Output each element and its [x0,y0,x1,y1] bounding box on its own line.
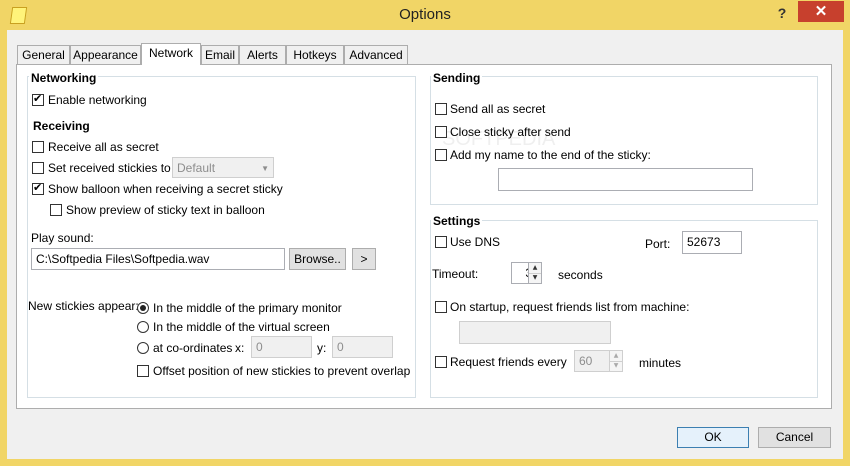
position-primary-monitor-radio[interactable] [137,302,149,314]
timeout-label: Timeout: [432,267,479,281]
play-sound-label: Play sound: [31,231,94,245]
sending-title: Sending [431,71,483,85]
title-bar[interactable]: Options ? ✕ [0,0,850,30]
networking-title: Networking [29,71,99,85]
request-interval-spinner[interactable]: ▲ ▼ [609,350,623,372]
add-name-label: Add my name to the end of the sticky: [450,148,651,162]
set-received-label: Set received stickies to [48,161,171,175]
offset-position-checkbox[interactable] [137,365,149,377]
startup-request-checkbox[interactable] [435,301,447,313]
new-stickies-label: New stickies appear: [28,299,139,313]
show-balloon-checkbox[interactable] [32,181,44,195]
request-interval-input[interactable]: 60 [574,350,610,372]
tab-hotkeys[interactable]: Hotkeys [286,45,344,64]
y-coordinate-label: y: [317,341,327,355]
enable-networking-label: Enable networking [48,93,147,107]
send-all-secret-checkbox[interactable] [435,103,447,115]
help-button[interactable]: ? [773,3,791,23]
position-virtual-screen-radio[interactable] [137,321,149,333]
startup-request-label: On startup, request friends list from ma… [450,300,690,314]
receiving-title: Receiving [33,119,90,133]
port-input[interactable]: 52673 [682,231,742,254]
cancel-button[interactable]: Cancel [758,427,831,448]
set-received-checkbox[interactable] [32,162,44,174]
use-dns-checkbox[interactable] [435,236,447,248]
receive-all-secret-label: Receive all as secret [48,140,159,154]
request-every-label: Request friends every [450,355,567,369]
use-dns-label: Use DNS [450,235,501,249]
seconds-label: seconds [558,268,603,282]
window-title: Options [399,6,451,23]
spin-down-icon[interactable]: ▼ [610,361,622,371]
browse-button[interactable]: Browse.. [289,248,346,270]
timeout-spinner[interactable]: ▲ ▼ [528,262,542,284]
receive-all-secret-checkbox[interactable] [32,141,44,153]
options-window: Options ? ✕ General Appearance Network E… [0,0,850,466]
position-primary-monitor-label: In the middle of the primary monitor [153,301,342,315]
offset-position-label: Offset position of new stickies to preve… [153,364,411,378]
play-sound-button[interactable]: > [352,248,376,270]
tab-appearance[interactable]: Appearance [70,45,141,64]
dialog-client: General Appearance Network Email Alerts … [7,30,843,459]
ok-button[interactable]: OK [677,427,749,448]
network-tab-panel: SOFTPEDIA Networking Enable networking R… [16,64,832,409]
add-name-checkbox[interactable] [435,149,447,161]
send-all-secret-label: Send all as secret [450,102,546,116]
port-label: Port: [645,237,671,251]
minutes-label: minutes [639,356,682,370]
tab-email[interactable]: Email [201,45,239,64]
y-coordinate-input[interactable]: 0 [332,336,393,358]
request-every-checkbox[interactable] [435,356,447,368]
x-coordinate-input[interactable]: 0 [251,336,312,358]
enable-networking-checkbox[interactable] [32,92,44,106]
tab-network[interactable]: Network [141,43,201,65]
tab-general[interactable]: General [17,45,70,64]
sender-name-input[interactable] [498,168,753,191]
spin-down-icon[interactable]: ▼ [529,273,541,283]
show-balloon-label: Show balloon when receiving a secret sti… [48,182,283,196]
close-button[interactable]: ✕ [798,1,844,22]
friends-machine-input[interactable] [459,321,611,344]
show-preview-checkbox[interactable] [50,204,62,216]
sound-path-input[interactable]: C:\Softpedia Files\Softpedia.wav [31,248,285,270]
received-style-value: Default [177,161,216,175]
show-preview-label: Show preview of sticky text in balloon [66,203,265,217]
position-coordinates-label: at co-ordinates [153,341,233,355]
close-after-send-label: Close sticky after send [450,125,571,139]
position-virtual-screen-label: In the middle of the virtual screen [153,320,330,334]
x-coordinate-label: x: [235,341,245,355]
tab-advanced[interactable]: Advanced [344,45,408,64]
chevron-down-icon: ▼ [261,164,269,173]
received-style-dropdown[interactable]: Default ▼ [172,157,274,178]
close-after-send-checkbox[interactable] [435,126,447,138]
settings-title: Settings [431,214,483,228]
tab-alerts[interactable]: Alerts [239,45,286,64]
